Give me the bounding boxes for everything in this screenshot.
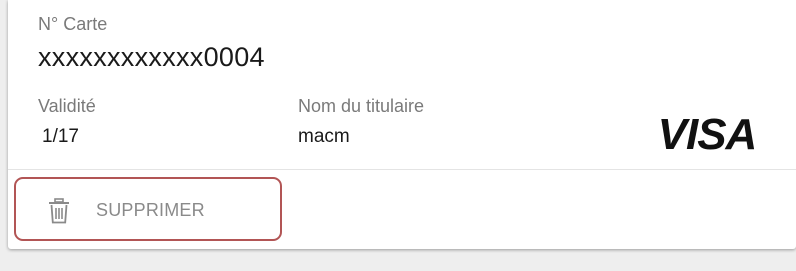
validity-label: Validité [38,96,96,116]
cardholder-label: Nom du titulaire [298,96,425,116]
delete-card-button[interactable]: SUPPRIMER [14,177,282,241]
card-divider [8,169,796,170]
card-number-label: N° Carte [38,14,108,34]
payment-card-panel: N° Carte xxxxxxxxxxxx0004 Validité 1/17 … [8,0,796,249]
validity-value: 1/17 [42,126,79,147]
visa-logo-text: VISA [658,110,757,156]
delete-button-label: SUPPRIMER [96,200,205,220]
trash-icon [49,198,69,224]
card-number-value: xxxxxxxxxxxx0004 [38,42,265,72]
cardholder-value: macm [298,126,350,147]
visa-logo-icon: VISA [658,110,758,156]
